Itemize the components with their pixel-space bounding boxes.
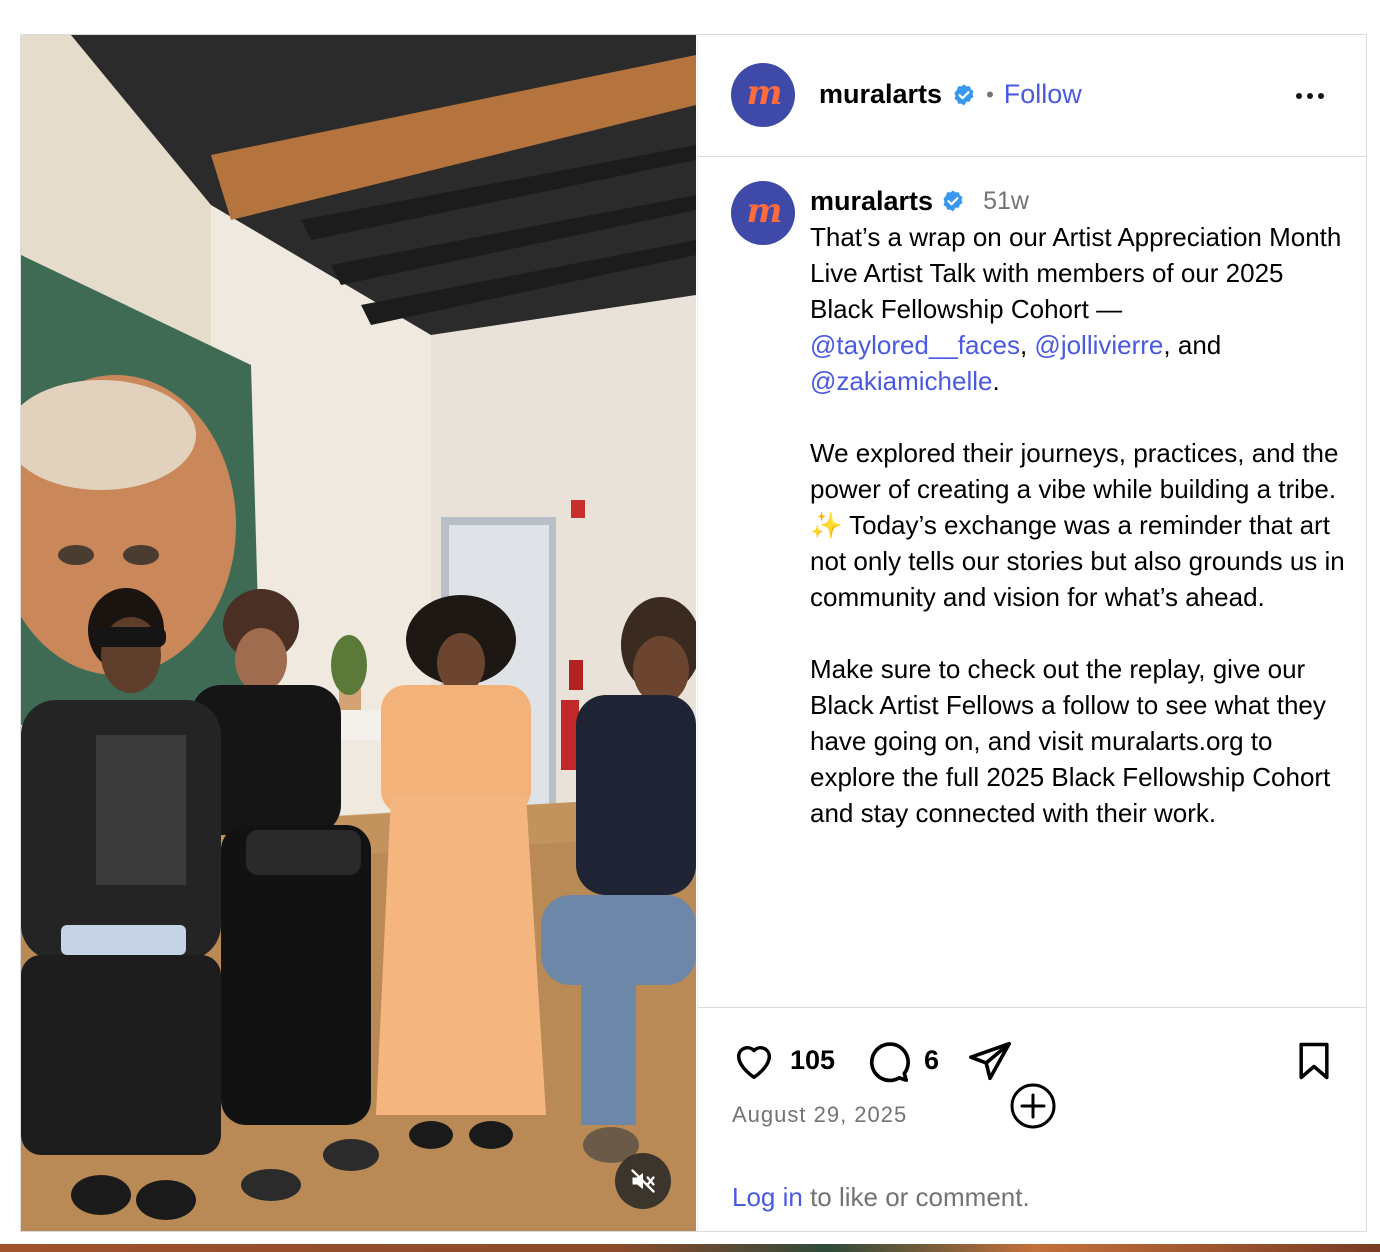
mention-link[interactable]: @taylored__faces xyxy=(810,330,1020,360)
caption-username[interactable]: muralarts xyxy=(810,183,933,219)
login-prompt-text: to like or comment. xyxy=(802,1182,1030,1212)
login-prompt: Log in to like or comment. xyxy=(732,1182,1030,1213)
mute-toggle-button[interactable] xyxy=(615,1153,671,1209)
caption-separator: , and xyxy=(1163,330,1222,360)
post-date[interactable]: August 29, 2025 xyxy=(732,1102,907,1128)
follow-button[interactable]: Follow xyxy=(1004,79,1082,110)
post-age[interactable]: 51w xyxy=(983,183,1029,219)
post-side-panel: m muralarts • Follow m muralarts 51w Tha… xyxy=(697,35,1366,1231)
caption-avatar[interactable]: m xyxy=(731,181,795,245)
comment-icon[interactable] xyxy=(864,1038,912,1084)
more-options-button[interactable] xyxy=(1290,81,1330,111)
avatar-letter: m xyxy=(746,73,783,113)
caption-paragraph-1: That’s a wrap on our Artist Appreciation… xyxy=(810,219,1345,399)
video-frame xyxy=(21,35,696,1231)
comment-count[interactable]: 6 xyxy=(924,1045,939,1076)
post-video[interactable] xyxy=(21,35,696,1231)
verified-badge-icon xyxy=(943,190,963,212)
verified-badge-icon xyxy=(954,84,974,105)
header-separator: • xyxy=(986,81,994,107)
caption-body: muralarts 51w That’s a wrap on our Artis… xyxy=(810,183,1345,867)
post-header: m muralarts • Follow xyxy=(698,35,1366,157)
caption-paragraph-3: Make sure to check out the replay, give … xyxy=(810,654,1331,828)
header-username[interactable]: muralarts xyxy=(819,79,942,110)
login-link[interactable]: Log in xyxy=(732,1182,803,1212)
caption-paragraph-1-text: That’s a wrap on our Artist Appreciation… xyxy=(810,222,1342,324)
audio-muted-icon xyxy=(631,1169,655,1193)
post-actions: 105 6 August 29, 2025 Log in to like or … xyxy=(698,1007,1366,1231)
avatar[interactable]: m xyxy=(731,63,795,127)
caption-period: . xyxy=(992,366,1000,396)
more-horizontal-icon xyxy=(1296,93,1302,99)
caption-avatar-letter: m xyxy=(746,191,783,231)
like-heart-icon[interactable] xyxy=(730,1038,778,1084)
page-bottom-edge xyxy=(0,1244,1380,1252)
mention-link[interactable]: @jollivierre xyxy=(1034,330,1163,360)
like-count[interactable]: 105 xyxy=(790,1045,835,1076)
caption-section: m muralarts 51w That’s a wrap on our Art… xyxy=(698,157,1366,1129)
mention-link[interactable]: @zakiamichelle xyxy=(810,366,992,396)
save-bookmark-icon[interactable] xyxy=(1292,1038,1336,1084)
share-icon[interactable] xyxy=(966,1038,1014,1084)
caption-paragraph-2: We explored their journeys, practices, a… xyxy=(810,438,1345,612)
post-card: m muralarts • Follow m muralarts 51w Tha… xyxy=(20,34,1367,1232)
caption-separator: , xyxy=(1019,330,1035,360)
